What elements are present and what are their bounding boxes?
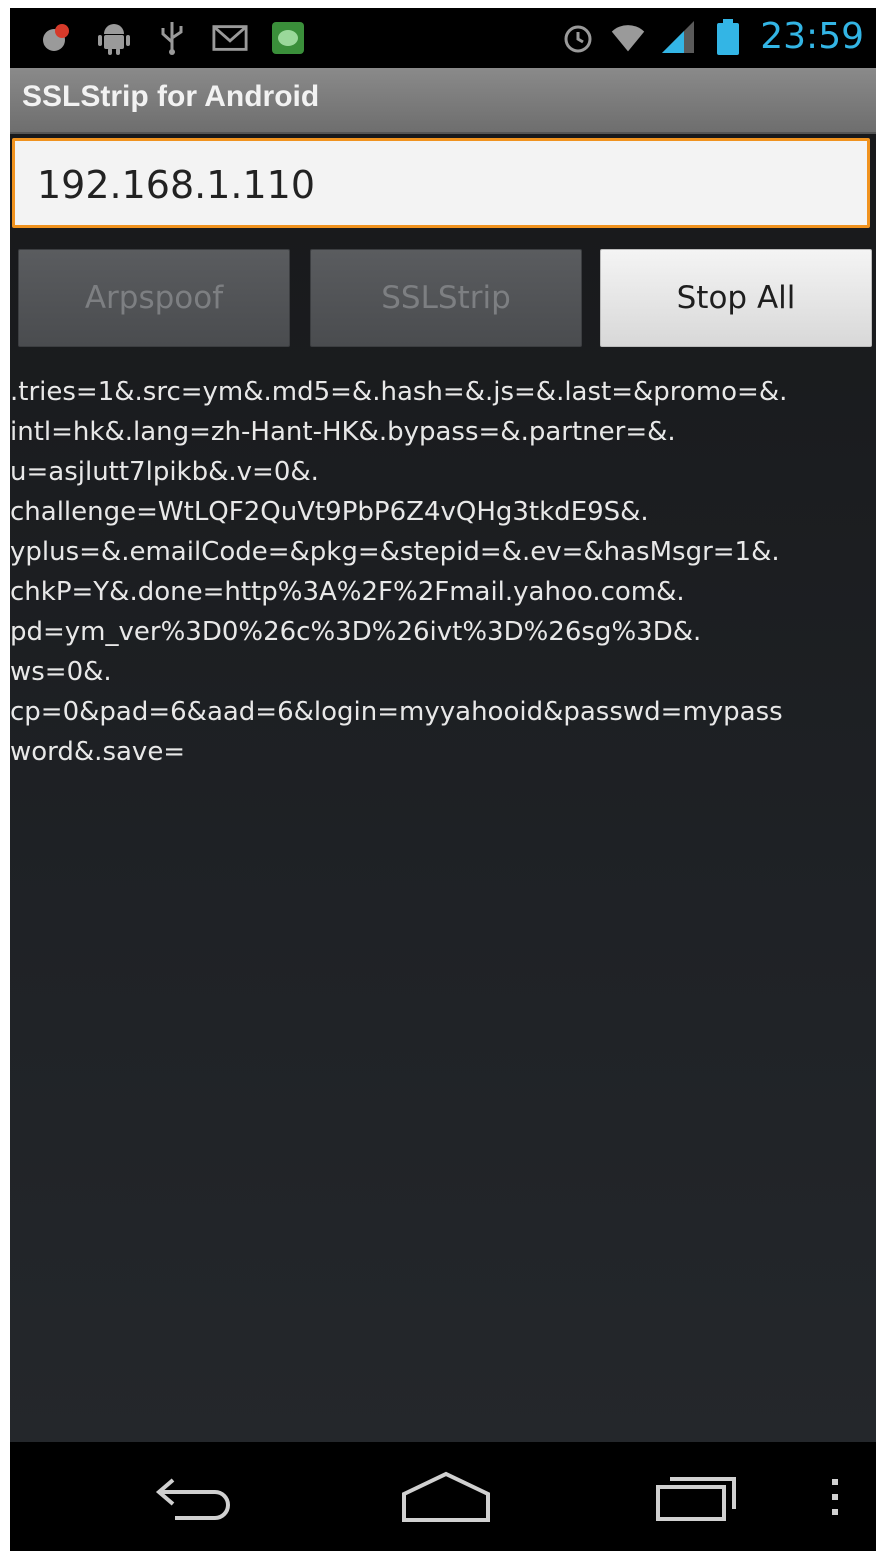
log-line: intl=hk&.lang=zh-Hant-HK&.bypass=&.partn… — [10, 417, 676, 447]
button-row: Arpspoof SSLStrip Stop All — [18, 249, 874, 349]
wifi-icon — [610, 19, 646, 55]
overflow-menu-icon — [832, 1479, 838, 1515]
log-line: cp=0&pad=6&aad=6&login=myyahooid&passwd=… — [10, 697, 783, 727]
log-line: .tries=1&.src=ym&.md5=&.hash=&.js=&.last… — [10, 377, 788, 407]
signal-icon — [660, 19, 696, 55]
alert-icon — [38, 20, 74, 56]
alarm-icon — [560, 19, 596, 55]
overflow-menu-button[interactable] — [820, 1462, 850, 1532]
log-line: word&.save= — [10, 737, 186, 767]
log-line: u=asjlutt7lpikb&.v=0&. — [10, 457, 319, 487]
stop-all-button[interactable]: Stop All — [600, 249, 872, 347]
gmail-icon — [212, 20, 248, 56]
chat-icon — [270, 20, 306, 56]
back-button[interactable] — [150, 1462, 240, 1532]
recent-apps-icon — [656, 1477, 736, 1521]
recent-apps-button[interactable] — [652, 1462, 742, 1532]
clock-time: 23:59 — [760, 16, 864, 57]
log-line: chkP=Y&.done=http%3A%2F%2Fmail.yahoo.com… — [10, 577, 685, 607]
sslstrip-button[interactable]: SSLStrip — [310, 249, 582, 347]
arpspoof-button[interactable]: Arpspoof — [18, 249, 290, 347]
system-status-icons: 23:59 — [560, 16, 864, 57]
main-content: Arpspoof SSLStrip Stop All .tries=1&.src… — [10, 134, 876, 1442]
log-line: ws=0&. — [10, 657, 112, 687]
captured-output-log: .tries=1&.src=ym&.md5=&.hash=&.js=&.last… — [10, 372, 876, 772]
log-line: challenge=WtLQF2QuVt9PbP6Z4vQHg3tkdE9S&. — [10, 497, 649, 527]
home-button[interactable] — [398, 1462, 494, 1532]
phone-screen: 23:59 SSLStrip for Android Arpspoof SSLS… — [10, 8, 876, 1551]
app-title: SSLStrip for Android — [22, 80, 320, 113]
navigation-bar — [10, 1442, 876, 1551]
home-icon — [402, 1471, 490, 1522]
status-bar: 23:59 — [10, 8, 876, 68]
battery-icon — [710, 18, 746, 55]
android-icon — [96, 20, 132, 56]
usb-icon — [154, 20, 190, 56]
log-line: pd=ym_ver%3D0%26c%3D%26ivt%3D%26sg%3D&. — [10, 617, 702, 647]
notification-icons — [38, 20, 306, 56]
log-line: yplus=&.emailCode=&pkg=&stepid=&.ev=&has… — [10, 537, 780, 567]
action-bar: SSLStrip for Android — [10, 68, 876, 134]
ip-address-input[interactable] — [35, 151, 859, 219]
back-icon — [155, 1478, 230, 1520]
ip-address-field-wrapper — [12, 138, 870, 228]
